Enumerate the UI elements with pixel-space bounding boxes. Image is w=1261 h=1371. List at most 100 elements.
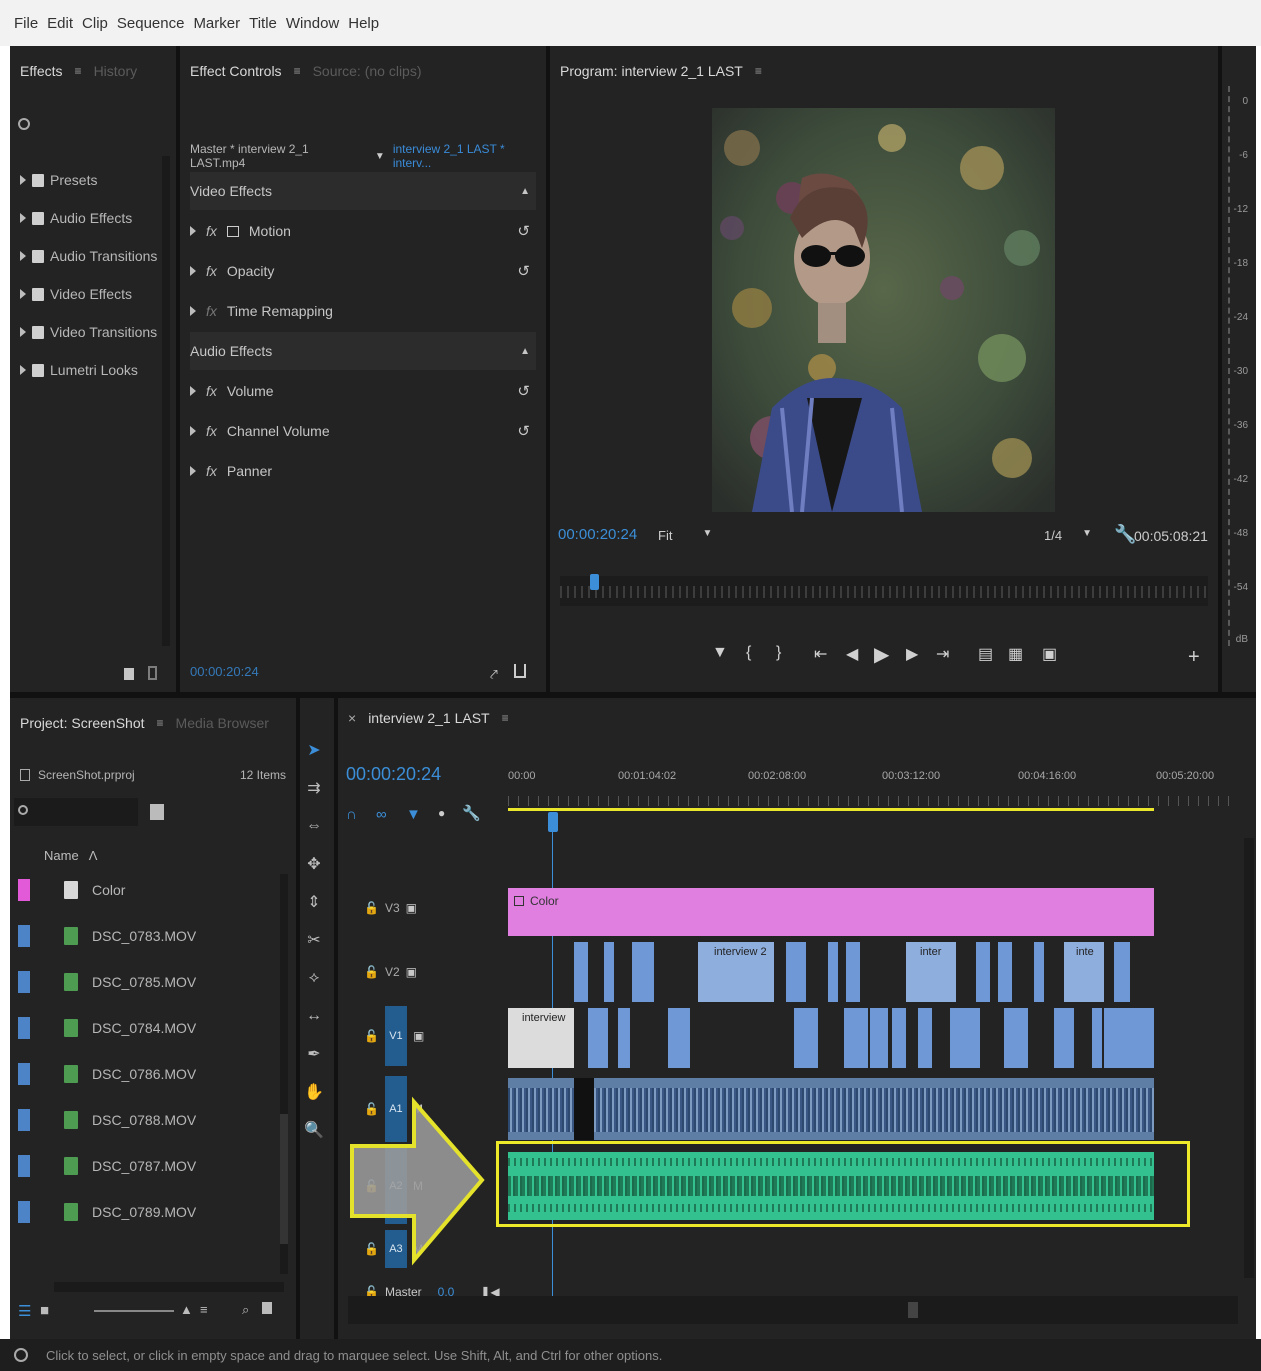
clip-block[interactable] [870,1008,888,1068]
eye-icon[interactable]: ▣ [406,901,417,915]
clip-block[interactable] [950,1008,980,1068]
project-item[interactable]: Color [18,870,272,910]
wrench-icon[interactable]: 🔧 [462,804,481,822]
button-editor-icon[interactable]: + [1188,646,1200,669]
clip-interview[interactable]: interview [508,1008,574,1068]
program-timecode[interactable]: 00:00:20:24 [558,526,637,543]
clip-block[interactable] [604,942,614,1002]
search-icon[interactable] [18,118,30,130]
icon-view-icon[interactable]: ■ [40,1302,49,1319]
new-item-icon[interactable] [262,1302,272,1314]
name-column-header[interactable]: Name Λ [44,848,97,863]
clip-block[interactable] [844,1008,868,1068]
extract-icon[interactable]: ▦ [1008,644,1023,664]
add-marker-icon[interactable]: ▼ [712,644,728,662]
menu-clip[interactable]: Clip [82,15,108,32]
tab-sequence[interactable]: interview 2_1 LAST [368,710,489,726]
clip-block[interactable] [786,942,806,1002]
trash-icon[interactable] [148,666,157,680]
master-clip-label[interactable]: Master * interview 2_1 LAST.mp4 [190,142,367,170]
effect-row-time-remapping[interactable]: fx Time Remapping [190,292,536,330]
expand-arrow-icon[interactable] [190,466,196,476]
clip-block[interactable] [1004,1008,1028,1068]
filter-icon[interactable]: ⤤ [490,666,498,683]
go-to-out-icon[interactable]: ⇥ [936,644,949,664]
playhead[interactable] [548,812,558,832]
collapse-icon[interactable]: ▲ [520,186,530,197]
label-color-swatch[interactable] [18,879,30,901]
project-search-field[interactable] [14,798,138,826]
linked-selection-icon[interactable]: ∞ [376,806,387,823]
clip-block[interactable] [618,1008,630,1068]
project-item[interactable]: DSC_0788.MOV [18,1100,272,1140]
tab-menu-icon[interactable]: ≡ [157,716,164,730]
clip-block[interactable] [1114,942,1130,1002]
tree-item-video-transitions[interactable]: Video Transitions [20,320,157,344]
go-to-in-icon[interactable]: ⇤ [814,644,827,664]
tab-menu-icon[interactable]: ≡ [502,711,509,725]
expand-arrow-icon[interactable] [20,213,26,223]
close-tab-icon[interactable]: × [348,710,356,726]
find-icon[interactable]: ⌕ [242,1302,249,1318]
program-scrub-bar[interactable] [560,576,1208,606]
mark-out-icon[interactable]: } [776,644,781,662]
menu-help[interactable]: Help [348,15,379,32]
clip-block[interactable] [1092,1008,1102,1068]
label-color-swatch[interactable] [18,1109,30,1131]
tab-menu-icon[interactable]: ≡ [75,64,82,78]
timeline-timecode[interactable]: 00:00:20:24 [346,764,441,785]
scrollbar-thumb[interactable] [280,1114,288,1244]
clip-inter[interactable]: inter [906,942,956,1002]
project-item[interactable]: DSC_0783.MOV [18,916,272,956]
expand-arrow-icon[interactable] [190,386,196,396]
clip-block[interactable] [1104,1008,1154,1068]
zoom-scrollbar-thumb[interactable] [908,1302,918,1318]
sort-icon[interactable]: ▲ [180,1302,193,1317]
clip-block[interactable] [632,942,654,1002]
clip-block[interactable] [574,942,588,1002]
fit-dropdown[interactable]: Fit ▼ [658,528,712,543]
lock-icon[interactable]: 🔓 [364,965,379,979]
effect-row-volume[interactable]: fx Volume ↺ [190,372,536,410]
tab-menu-icon[interactable]: ≡ [294,64,301,78]
reset-icon[interactable]: ↺ [517,422,530,440]
program-title[interactable]: Program: interview 2_1 LAST [560,63,743,79]
slide-tool-icon[interactable]: ↔ [302,1004,326,1028]
step-forward-icon[interactable]: ▶ [906,644,918,664]
reset-icon[interactable]: ↺ [517,262,530,280]
reset-icon[interactable]: ↺ [517,222,530,240]
dropdown-icon[interactable]: ▼ [375,151,385,162]
expand-arrow-icon[interactable] [20,327,26,337]
lock-icon[interactable]: 🔓 [364,901,379,915]
effect-controls-timecode[interactable]: 00:00:20:24 [190,664,259,679]
expand-arrow-icon[interactable] [190,226,196,236]
tree-item-presets[interactable]: Presets [20,168,97,192]
clip-color-v3[interactable]: Color [508,888,1154,936]
effect-row-motion[interactable]: fx Motion ↺ [190,212,536,250]
clip-block[interactable] [998,942,1012,1002]
label-color-swatch[interactable] [18,1155,30,1177]
add-marker-icon[interactable]: ▼ [406,806,421,823]
tab-history[interactable]: History [94,63,138,79]
fx-icon[interactable]: fx [206,423,217,439]
clip-block[interactable] [892,1008,906,1068]
source-patch-v1[interactable]: V1 [384,1006,407,1066]
project-item[interactable]: DSC_0785.MOV [18,962,272,1002]
step-back-icon[interactable]: ◀ [846,644,858,664]
lift-icon[interactable]: ▤ [978,644,993,664]
effect-row-opacity[interactable]: fx Opacity ↺ [190,252,536,290]
time-ruler[interactable]: 00:00 00:01:04:02 00:02:08:00 00:03:12:0… [508,770,1238,830]
tab-media-browser[interactable]: Media Browser [176,715,269,731]
expand-arrow-icon[interactable] [20,365,26,375]
tree-item-audio-transitions[interactable]: Audio Transitions [20,244,157,268]
horizontal-scrollbar[interactable] [54,1282,284,1292]
label-color-swatch[interactable] [18,1063,30,1085]
tab-effects[interactable]: Effects [20,63,63,79]
ripple-edit-tool-icon[interactable]: ⇔ [302,814,326,838]
timeline-zoom-scrollbar[interactable] [348,1296,1238,1324]
clip-interview-2[interactable]: interview 2 [698,942,774,1002]
clip-block[interactable] [1034,942,1044,1002]
expand-arrow-icon[interactable] [20,251,26,261]
reset-icon[interactable]: ↺ [517,382,530,400]
menu-window[interactable]: Window [286,15,339,32]
